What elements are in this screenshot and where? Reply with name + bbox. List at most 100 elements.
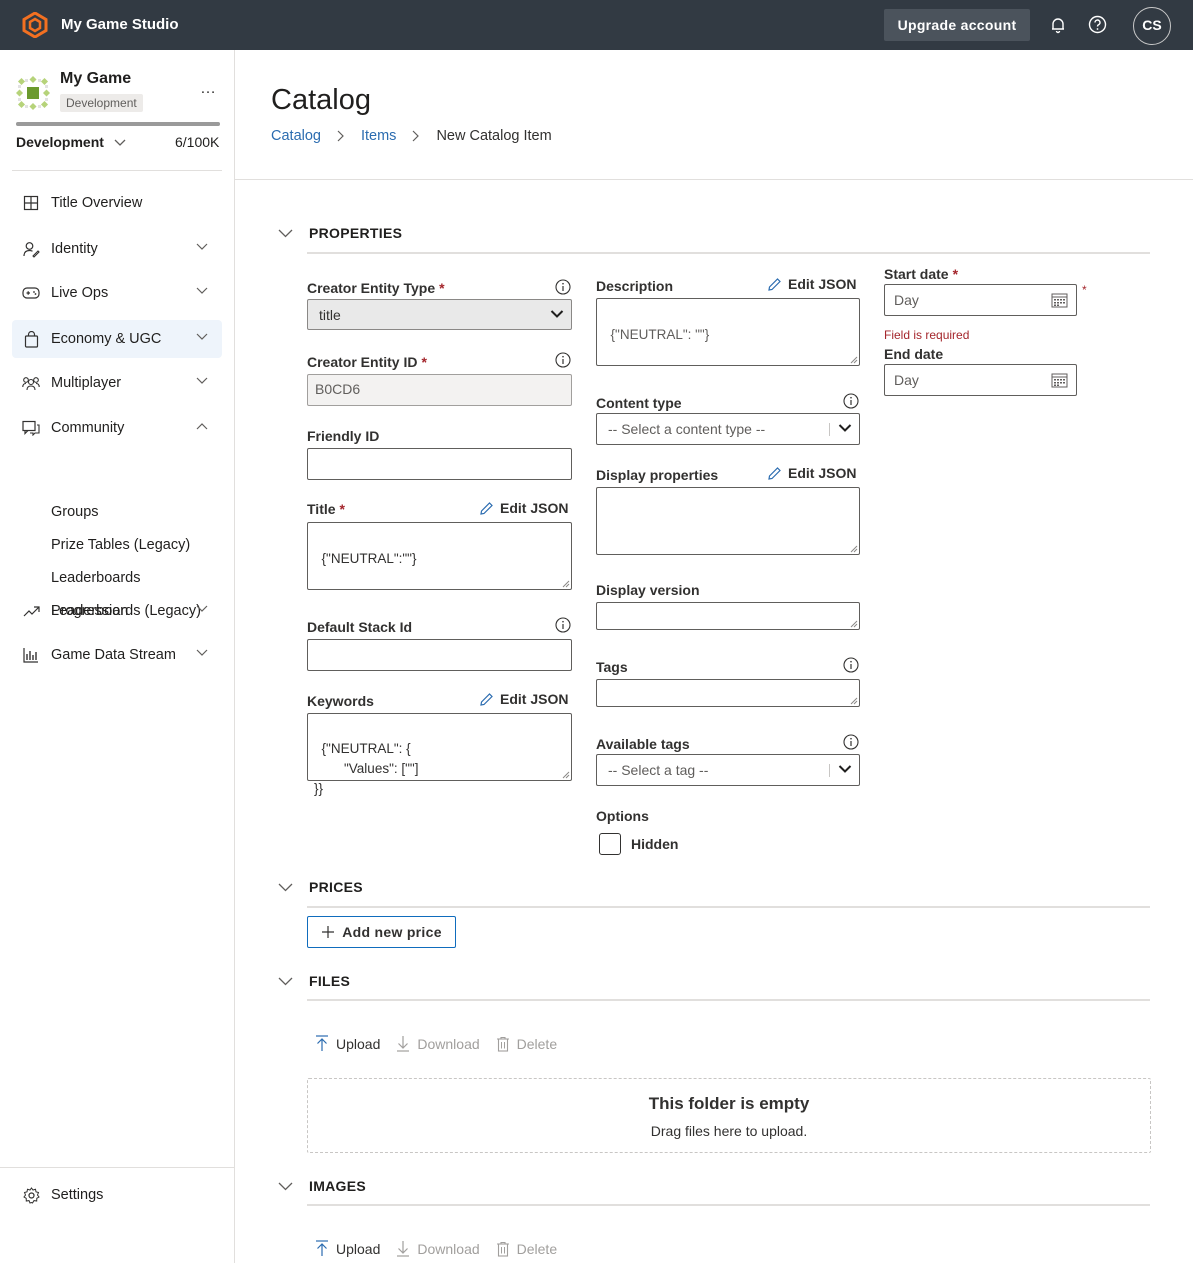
keywords-edit-json-button[interactable]: Edit JSON [479,691,568,707]
people-icon [22,376,40,390]
sidebar-subitem-prize-tables-legacy[interactable]: Prize Tables (Legacy) [51,537,190,553]
sidebar-item-game-data-stream[interactable]: Game Data Stream [12,636,222,674]
resize-grip-icon[interactable] [850,620,858,628]
help-icon[interactable] [1088,15,1107,34]
bell-icon[interactable] [1049,16,1067,34]
sidebar-subitem-leaderboards[interactable]: Leaderboards [51,570,141,586]
sidebar-item-title-overview[interactable]: Title Overview [12,184,222,222]
breadcrumb-items[interactable]: Items [361,128,396,144]
friendly-id-input[interactable] [307,448,572,480]
title-textarea[interactable]: {"NEUTRAL":""} [307,522,572,590]
content-type-select[interactable]: -- Select a content type -- [596,413,860,445]
images-delete-button[interactable]: Delete [496,1241,557,1257]
resize-grip-icon[interactable] [850,697,858,705]
dropzone-title: This folder is empty [648,1094,810,1113]
default-stack-id-input[interactable] [307,639,572,671]
keywords-textarea[interactable]: {"NEUTRAL": { "Values": [""] }} [307,713,572,796]
end-date-picker[interactable]: Day [884,364,1077,396]
trash-icon [496,1241,509,1257]
download-label: Download [417,1035,480,1052]
button-label: Add new price [342,924,442,940]
game-logo [16,75,50,111]
images-upload-button[interactable]: Upload [315,1240,380,1257]
section-title: FILES [309,973,351,989]
select-separator [829,423,830,436]
display-version-input[interactable] [596,602,860,630]
chevron-down-icon [278,977,293,985]
display-properties-edit-json-button[interactable]: Edit JSON [767,465,856,481]
section-divider [307,1204,1150,1206]
breadcrumb-catalog[interactable]: Catalog [271,128,321,144]
add-new-price-button[interactable]: Add new price [307,916,456,948]
textarea-value: {"NEUTRAL":""} [321,551,417,566]
prices-section-toggle[interactable]: PRICES [278,879,363,895]
select-placeholder: -- Select a content type -- [608,421,766,437]
title-label: Title * [307,501,345,517]
info-icon[interactable] [555,617,571,633]
end-date-label: End date [884,346,944,362]
hidden-checkbox-label[interactable]: Hidden [631,836,678,852]
start-date-error: Field is required [884,328,970,342]
resize-grip-icon[interactable] [850,356,858,364]
info-icon[interactable] [555,279,571,295]
available-tags-select[interactable]: -- Select a tag -- [596,754,860,786]
creator-entity-id-input[interactable]: B0CD6 [307,374,572,406]
upgrade-account-button[interactable]: Upgrade account [884,9,1030,41]
sidebar-item-economy-ugc[interactable]: Economy & UGC [12,320,222,358]
section-divider [307,252,1150,254]
creator-entity-type-select[interactable]: title [307,299,572,330]
usage-progress-bar [16,122,220,126]
resize-grip-icon[interactable] [850,545,858,553]
hidden-checkbox[interactable] [599,833,621,855]
sidebar-item-live-ops[interactable]: Live Ops [12,274,222,312]
content-type-label: Content type [596,395,682,411]
display-properties-textarea[interactable] [596,487,860,555]
calendar-icon [1051,373,1068,388]
environment-badge: Development [60,94,143,112]
sidebar-item-identity[interactable]: Identity [12,230,222,268]
properties-section-toggle[interactable]: PROPERTIES [278,225,402,241]
sidebar-item-multiplayer[interactable]: Multiplayer [12,364,222,402]
description-textarea[interactable]: {"NEUTRAL": ""} [596,298,860,366]
download-icon [397,1241,410,1257]
sidebar-item-progression[interactable]: Progression [12,592,222,630]
images-download-button[interactable]: Download [396,1240,480,1257]
more-options-button[interactable]: … [200,80,217,98]
files-dropzone[interactable]: This folder is empty Drag files here to … [307,1078,1151,1153]
start-date-picker[interactable]: Day [884,284,1077,316]
tags-input[interactable] [596,679,860,707]
info-icon[interactable] [843,393,859,409]
required-mark: * [339,501,345,517]
display-version-label: Display version [596,582,700,598]
creator-entity-type-label: Creator Entity Type * [307,280,445,296]
studio-name[interactable]: My Game Studio [61,16,179,33]
textarea-value: {"NEUTRAL": ""} [610,327,710,342]
images-section-toggle[interactable]: IMAGES [278,1178,366,1194]
download-icon [397,1036,410,1052]
sidebar-item-settings[interactable]: Settings [12,1176,222,1214]
info-icon[interactable] [843,734,859,750]
files-download-button[interactable]: Download [396,1035,480,1052]
description-edit-json-button[interactable]: Edit JSON [767,276,856,292]
files-section-toggle[interactable]: FILES [278,973,350,989]
info-icon[interactable] [555,352,571,368]
files-upload-button[interactable]: Upload [315,1035,380,1052]
required-mark: * [952,266,959,282]
sidebar-subitem-groups[interactable]: Groups [51,504,99,520]
grid-icon [23,195,39,211]
sidebar: My Game Development … Development 6/100K… [0,50,235,1263]
sidebar-item-community[interactable]: Community [12,409,222,447]
title-edit-json-button[interactable]: Edit JSON [479,500,568,516]
environment-selector[interactable]: Development [16,134,126,150]
resize-grip-icon[interactable] [562,580,570,588]
trending-icon [23,606,40,617]
sidebar-divider [12,170,222,171]
files-delete-button[interactable]: Delete [496,1036,557,1052]
playfab-logo-icon[interactable] [22,12,48,38]
chevron-down-icon [278,883,293,891]
game-name[interactable]: My Game [60,70,131,88]
user-avatar[interactable]: CS [1133,7,1171,45]
info-icon[interactable] [843,657,859,673]
settings-label: Settings [51,1187,104,1203]
resize-grip-icon[interactable] [562,771,570,779]
